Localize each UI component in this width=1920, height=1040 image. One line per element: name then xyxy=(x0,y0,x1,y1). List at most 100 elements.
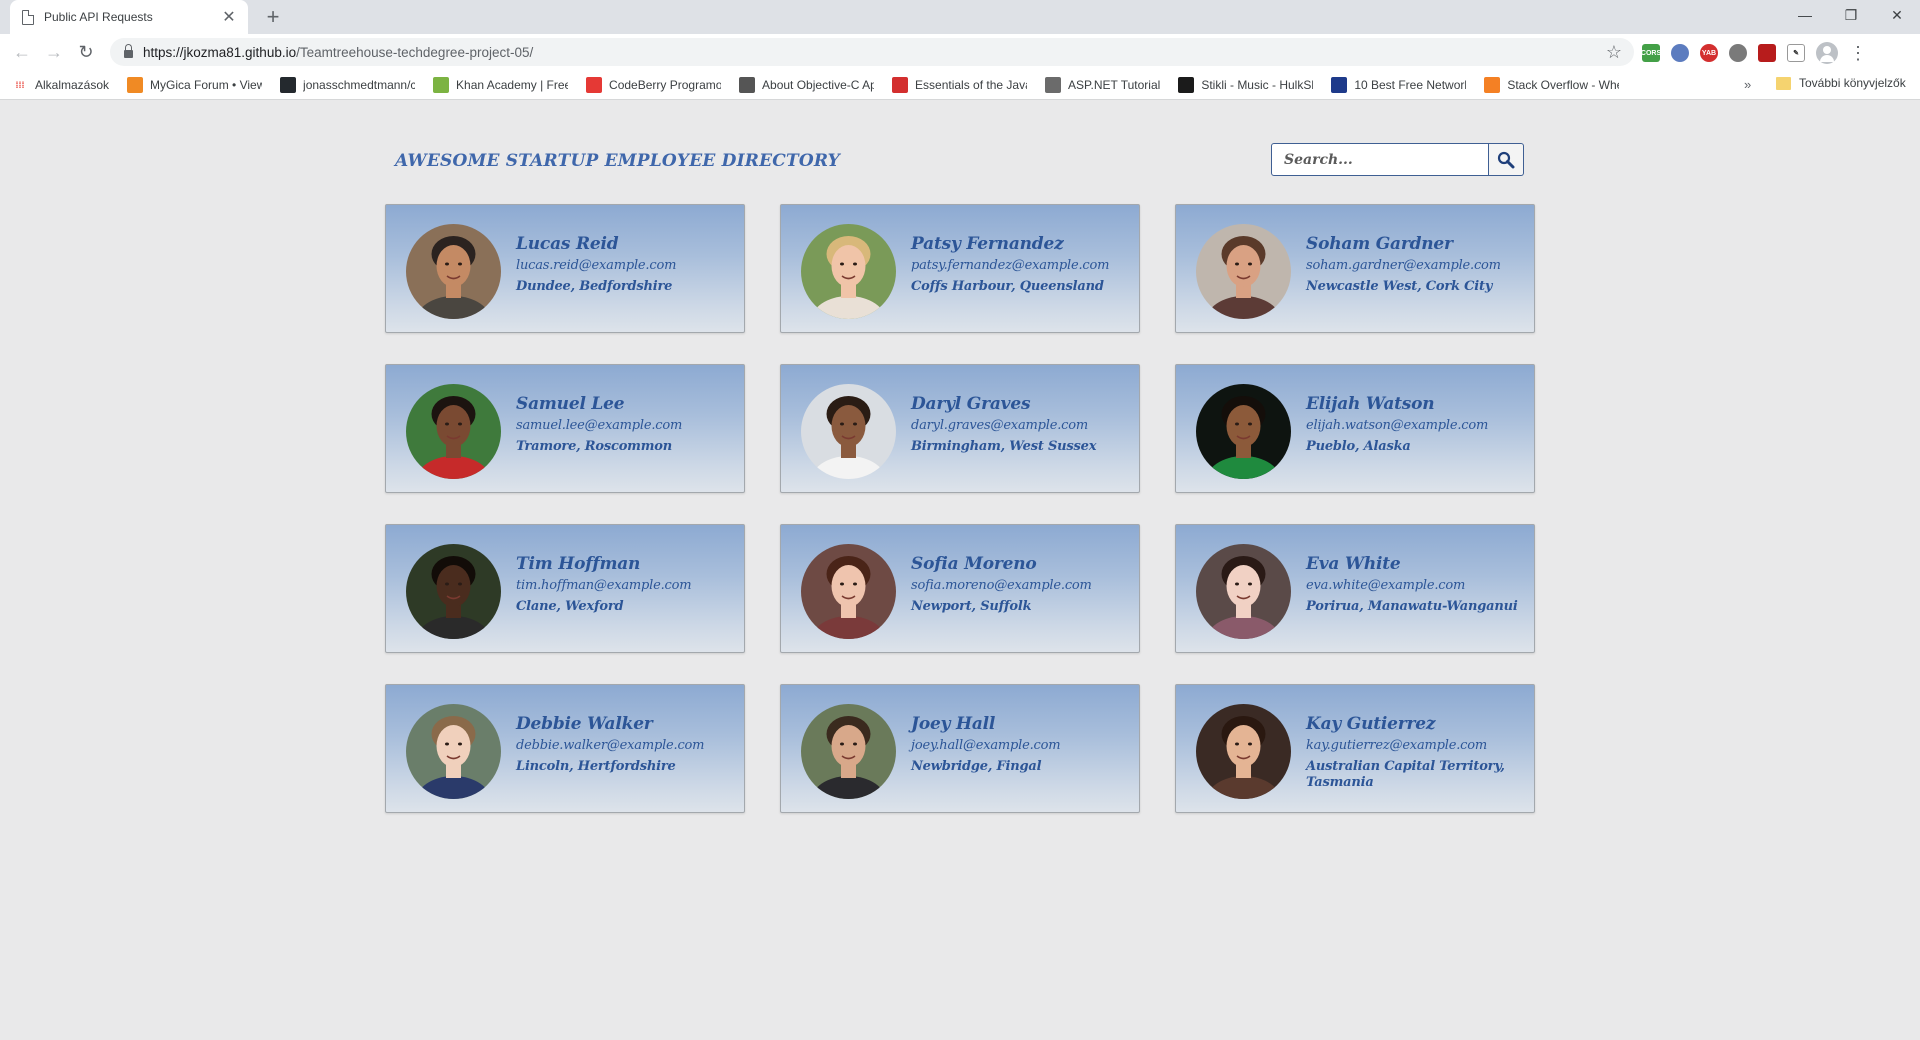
card-info: Soham Gardner soham.gardner@example.com Ne… xyxy=(1306,233,1526,295)
employee-card[interactable]: Soham Gardner soham.gardner@example.com Ne… xyxy=(1175,204,1535,333)
avatar xyxy=(406,544,501,639)
avatar xyxy=(1196,224,1291,319)
codeberry-icon xyxy=(586,76,603,93)
bookmark-star-icon[interactable]: ☆ xyxy=(1606,42,1622,63)
avatar xyxy=(801,384,896,479)
url-host: https://jkozma81.github.io xyxy=(143,44,297,60)
employee-location: Coffs Harbour, Queensland xyxy=(911,279,1104,294)
bookmark-item[interactable]: Khan Academy | Free xyxy=(433,76,568,93)
bookmark-label: Stikli - Music - HulkSh xyxy=(1201,77,1314,92)
search-button[interactable] xyxy=(1489,143,1524,176)
search-form xyxy=(1271,143,1524,176)
card-info: Elijah Watson elijah.watson@example.com Pu… xyxy=(1306,393,1526,455)
bookmark-label: CodeBerry Programo xyxy=(609,77,722,92)
apps-grid-icon: ⁞⁞⁞ xyxy=(15,79,25,90)
stackoverflow-icon xyxy=(1484,76,1501,93)
bookmark-item[interactable]: ⁞⁞⁞ Alkalmazások xyxy=(12,77,110,93)
lock-icon xyxy=(124,44,133,58)
employee-card[interactable]: Daryl Graves daryl.graves@example.com Birm… xyxy=(780,364,1140,493)
window-controls: — ❐ ✕ xyxy=(1782,0,1920,34)
bestfree-icon xyxy=(1331,76,1348,93)
bookmark-item[interactable]: jonasschmedtmann/c xyxy=(280,76,416,93)
employee-card[interactable]: Lucas Reid lucas.reid@example.com Dundee, … xyxy=(385,204,745,333)
search-icon xyxy=(1497,151,1515,168)
bookmark-label: MyGica Forum • View xyxy=(150,77,263,92)
bookmark-item[interactable]: ASP.NET Tutorial xyxy=(1045,76,1160,93)
other-bookmarks[interactable]: További könyvjelzők xyxy=(1776,76,1906,90)
bookmark-item[interactable]: 10 Best Free Network xyxy=(1331,76,1466,93)
avatar xyxy=(406,384,501,479)
bookmark-label: Essentials of the Java xyxy=(915,77,1028,92)
mygica-icon xyxy=(127,76,144,93)
employee-card[interactable]: Joey Hall joey.hall@example.com Newbridge,… xyxy=(780,684,1140,813)
employee-gallery: Lucas Reid lucas.reid@example.com Dundee, … xyxy=(385,204,1535,813)
employee-card[interactable]: Samuel Lee samuel.lee@example.com Tramore,… xyxy=(385,364,745,493)
employee-email: samuel.lee@example.com xyxy=(516,418,683,433)
employee-location: Australian Capital Territory, Tasmania xyxy=(1306,759,1505,790)
employee-name: Sofia Moreno xyxy=(911,554,1037,574)
bookmark-label: jonasschmedtmann/c xyxy=(303,77,416,92)
employee-card[interactable]: Elijah Watson elijah.watson@example.com Pu… xyxy=(1175,364,1535,493)
reload-icon[interactable]: ↻ xyxy=(74,40,98,64)
employee-location: Porirua, Manawatu-Wanganui xyxy=(1306,599,1518,614)
new-tab-button[interactable]: + xyxy=(260,4,286,30)
card-info: Daryl Graves daryl.graves@example.com Birm… xyxy=(911,393,1131,455)
extension-icons: CORS YAB ✎ ⋮ xyxy=(1641,42,1867,64)
avatar xyxy=(406,704,501,799)
address-bar[interactable]: https://jkozma81.github.io/Teamtreehouse… xyxy=(110,38,1634,66)
url-path: /Teamtreehouse-techdegree-project-05/ xyxy=(296,44,534,60)
card-info: Eva White eva.white@example.com Porirua, M… xyxy=(1306,553,1526,615)
tab-title: Public API Requests xyxy=(44,10,153,24)
bookmark-item[interactable]: MyGica Forum • View xyxy=(127,76,263,93)
employee-card[interactable]: Tim Hoffman tim.hoffman@example.com Clane,… xyxy=(385,524,745,653)
employee-location: Clane, Wexford xyxy=(516,599,624,614)
bookmark-item[interactable]: Stikli - Music - HulkSh xyxy=(1178,76,1314,93)
employee-card[interactable]: Sofia Moreno sofia.moreno@example.com Newp… xyxy=(780,524,1140,653)
extension-icon[interactable] xyxy=(1671,44,1689,62)
restore-button[interactable]: ❐ xyxy=(1828,0,1874,30)
search-input[interactable] xyxy=(1271,143,1489,176)
avatar xyxy=(1196,544,1291,639)
employee-email: kay.gutierrez@example.com xyxy=(1306,738,1487,753)
pen-extension-icon[interactable]: ✎ xyxy=(1787,44,1805,62)
card-info: Debbie Walker debbie.walker@example.com Li… xyxy=(516,713,736,775)
apple-icon xyxy=(739,76,756,93)
employee-location: Birmingham, West Sussex xyxy=(911,439,1097,454)
employee-location: Newbridge, Fingal xyxy=(911,759,1042,774)
employee-card[interactable]: Patsy Fernandez patsy.fernandez@example.c… xyxy=(780,204,1140,333)
adblock-extension-icon[interactable]: YAB xyxy=(1700,44,1718,62)
employee-card[interactable]: Kay Gutierrez kay.gutierrez@example.com Au… xyxy=(1175,684,1535,813)
menu-dots-icon[interactable]: ⋮ xyxy=(1849,44,1867,62)
employee-name: Joey Hall xyxy=(911,714,996,734)
cors-extension-icon[interactable]: CORS xyxy=(1641,44,1661,62)
page-title: AWESOME STARTUP EMPLOYEE DIRECTORY xyxy=(395,151,840,171)
employee-email: daryl.graves@example.com xyxy=(911,418,1088,433)
extension-icon[interactable] xyxy=(1758,44,1776,62)
extension-icon[interactable] xyxy=(1729,44,1747,62)
github-icon xyxy=(280,76,297,93)
employee-name: Patsy Fernandez xyxy=(911,234,1064,254)
bookmark-item[interactable]: CodeBerry Programo xyxy=(586,76,722,93)
bookmark-item[interactable]: Stack Overflow - Whe xyxy=(1484,76,1619,93)
bookmark-label: About Objective-C Ap xyxy=(762,77,875,92)
browser-tab[interactable]: Public API Requests ✕ xyxy=(10,0,248,34)
forward-arrow-icon[interactable]: → xyxy=(42,40,66,64)
folder-icon xyxy=(1776,76,1791,90)
employee-card[interactable]: Eva White eva.white@example.com Porirua, M… xyxy=(1175,524,1535,653)
minimize-button[interactable]: — xyxy=(1782,0,1828,30)
card-info: Tim Hoffman tim.hoffman@example.com Clane,… xyxy=(516,553,736,615)
avatar xyxy=(1196,384,1291,479)
profile-avatar-icon[interactable] xyxy=(1816,42,1838,64)
bookmarks-overflow-button[interactable]: » xyxy=(1744,77,1751,92)
bookmark-item[interactable]: About Objective-C Ap xyxy=(739,76,875,93)
close-window-button[interactable]: ✕ xyxy=(1874,0,1920,30)
employee-card[interactable]: Debbie Walker debbie.walker@example.com Li… xyxy=(385,684,745,813)
bookmark-item[interactable]: Essentials of the Java xyxy=(892,76,1028,93)
back-arrow-icon[interactable]: ← xyxy=(10,40,34,64)
card-info: Joey Hall joey.hall@example.com Newbridge,… xyxy=(911,713,1131,775)
employee-email: eva.white@example.com xyxy=(1306,578,1466,593)
tab-strip: Public API Requests ✕ + — ❐ ✕ xyxy=(0,0,1920,34)
employee-email: soham.gardner@example.com xyxy=(1306,258,1501,273)
close-tab-icon[interactable]: ✕ xyxy=(220,7,238,27)
employee-location: Lincoln, Hertfordshire xyxy=(516,759,676,774)
